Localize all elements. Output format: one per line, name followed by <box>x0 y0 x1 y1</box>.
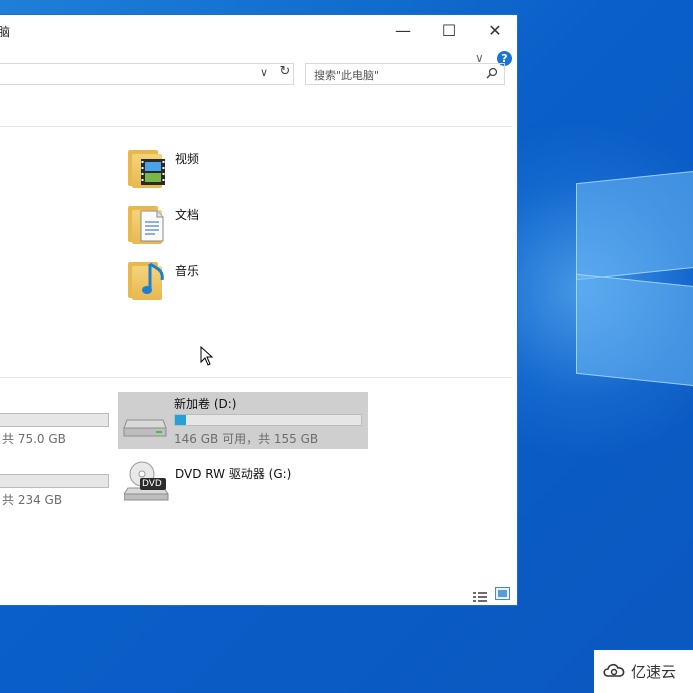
mouse-cursor-icon <box>200 345 214 366</box>
minimize-icon: — <box>395 20 411 40</box>
folder-label-video: 视频 <box>175 152 200 166</box>
dvd-drive-icon: DVD <box>123 460 170 502</box>
drive-c-info: 共 75.0 GB <box>2 432 66 446</box>
divider-devices <box>0 377 512 378</box>
large-icons-view-icon[interactable] <box>495 587 510 600</box>
watermark-text: 亿速云 <box>631 663 677 681</box>
details-view-icon[interactable] <box>473 588 487 602</box>
drive-d-capacity-bar <box>174 414 362 426</box>
refresh-icon[interactable]: ↻ <box>276 64 294 84</box>
logo-pane-bottom <box>576 273 693 387</box>
minimize-button[interactable]: — <box>380 15 426 45</box>
folder-label-music: 音乐 <box>175 264 200 278</box>
divider-top <box>0 126 512 127</box>
drive-item-d[interactable]: 新加卷 (D:) 146 GB 可用，共 155 GB <box>118 392 368 449</box>
window-title: 脑 <box>0 25 11 39</box>
search-input[interactable]: 搜索"此电脑" <box>305 63 505 85</box>
view-toggle <box>473 587 513 602</box>
watermark-cloud-icon <box>602 660 628 682</box>
hard-drive-icon <box>123 412 167 438</box>
windows-logo-wallpaper <box>576 165 693 390</box>
music-folder-icon <box>128 258 168 300</box>
drive-c-capacity-fill <box>0 414 76 426</box>
drive-d-capacity-fill <box>175 415 187 425</box>
close-icon: ✕ <box>488 20 502 40</box>
drive-e-capacity-bar <box>0 474 109 488</box>
watermark: 亿速云 <box>594 650 693 693</box>
dvd-badge: DVD <box>142 479 162 489</box>
maximize-button[interactable]: ☐ <box>426 15 472 45</box>
drive-c-capacity-bar <box>0 413 109 427</box>
drive-d-name: 新加卷 (D:) <box>174 397 237 411</box>
drive-e-capacity-fill <box>0 475 33 487</box>
drive-d-info: 146 GB 可用，共 155 GB <box>174 432 319 446</box>
title-bar[interactable]: 脑 — ☐ ✕ <box>0 15 517 47</box>
close-button[interactable]: ✕ <box>472 15 518 45</box>
video-folder-icon <box>128 146 168 188</box>
drive-e-info: 共 234 GB <box>2 493 63 507</box>
maximize-icon: ☐ <box>441 20 457 40</box>
search-placeholder: 搜索"此电脑" <box>314 69 380 82</box>
logo-pane-top <box>576 170 693 281</box>
folder-label-documents: 文档 <box>175 208 200 222</box>
dvd-drive-name: DVD RW 驱动器 (G:) <box>175 467 292 481</box>
file-explorer-window: 脑 — ☐ ✕ ∨ ? <box>0 14 518 606</box>
address-bar[interactable] <box>0 63 294 85</box>
address-dropdown-icon[interactable]: ∨ <box>260 66 268 79</box>
documents-folder-icon <box>128 202 168 244</box>
search-icon <box>486 67 498 82</box>
